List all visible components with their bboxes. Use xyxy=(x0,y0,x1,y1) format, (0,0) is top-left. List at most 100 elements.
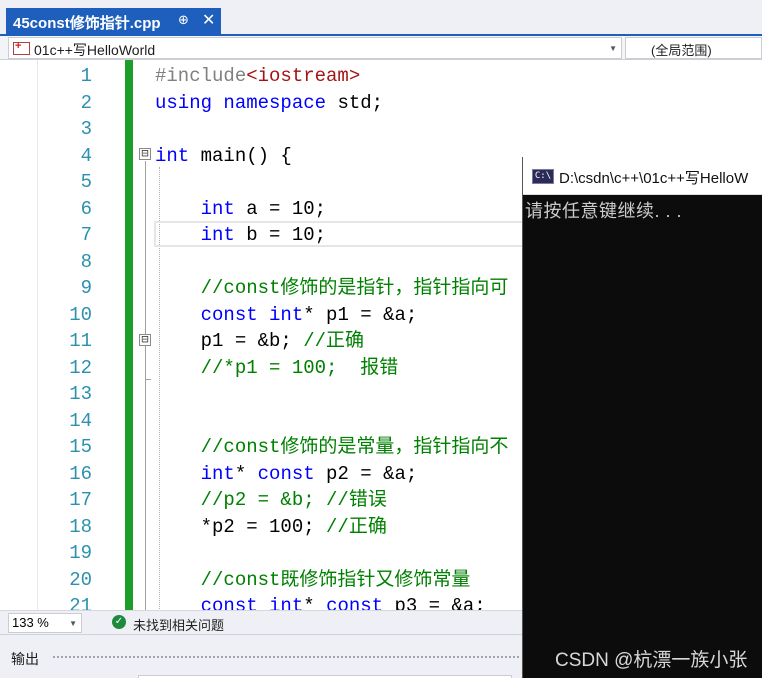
line-number: 18 xyxy=(69,515,92,538)
code-token: const xyxy=(326,595,384,610)
code-token: //p2 = &b; //错误 xyxy=(200,489,387,511)
line-number: 2 xyxy=(80,91,92,114)
console-output: 请按任意键继续. . . xyxy=(525,201,683,221)
chevron-down-icon[interactable]: ▼ xyxy=(69,619,77,628)
code-line[interactable]: p1 = &b; //正确 xyxy=(155,328,364,354)
pin-icon[interactable]: ⊕ xyxy=(178,12,189,28)
collapse-block-icon[interactable]: ⊟ xyxy=(139,333,151,346)
line-number: 19 xyxy=(69,542,92,564)
console-window[interactable]: C:\ D:\csdn\c++\01c++写HelloW 请按任意键继续. . … xyxy=(522,157,762,678)
console-title-bar[interactable]: C:\ D:\csdn\c++\01c++写HelloW xyxy=(523,157,762,195)
check-circle-icon[interactable]: ✓ xyxy=(112,615,126,629)
code-token: int xyxy=(200,224,235,246)
code-token: const xyxy=(200,303,258,326)
code-line[interactable]: int* const p2 = &a; xyxy=(155,461,418,487)
line-number: 9 xyxy=(80,277,92,299)
code-token: const xyxy=(200,595,258,610)
code-token: int xyxy=(200,462,235,485)
issues-status[interactable]: 未找到相关问题 xyxy=(133,615,224,634)
code-token: p2 = &a; xyxy=(314,462,418,485)
line-number: 16 xyxy=(69,462,92,485)
code-token: //const既修饰指针又修饰常量 xyxy=(200,568,471,591)
code-line[interactable]: using namespace std; xyxy=(155,90,383,116)
panel-drag-grip[interactable] xyxy=(52,655,520,659)
project-label: 01c++写HelloWorld xyxy=(34,42,156,58)
code-line[interactable]: //*p1 = 100; 报错 xyxy=(155,355,399,381)
change-tracking-bar xyxy=(125,60,133,610)
line-number: 21 xyxy=(69,595,92,610)
fold-guide-line xyxy=(145,161,146,610)
line-number: 12 xyxy=(69,356,92,379)
chevron-down-icon[interactable]: ▼ xyxy=(609,44,617,53)
line-number: 15 xyxy=(69,436,92,458)
scope-label: (全局范围) xyxy=(651,43,712,58)
code-line[interactable]: //p2 = &b; //错误 xyxy=(155,487,387,513)
line-number: 6 xyxy=(80,197,92,220)
code-token: namespace xyxy=(223,91,327,114)
line-number: 20 xyxy=(69,568,92,591)
code-token: * xyxy=(234,462,258,485)
code-token: int xyxy=(200,197,235,220)
line-number: 8 xyxy=(80,250,92,273)
console-title: D:\csdn\c++\01c++写HelloW xyxy=(559,170,749,187)
code-line[interactable]: int main() { xyxy=(155,143,292,169)
output-panel: 输出 xyxy=(0,634,522,678)
code-line[interactable]: //const既修饰指针又修饰常量 xyxy=(155,567,471,593)
line-number: 13 xyxy=(69,383,92,405)
navigation-bar: + 01c++写HelloWorld ▼ (全局范围) xyxy=(0,36,762,60)
code-token: p1 = &b; xyxy=(155,330,304,352)
zoom-value: 133 % xyxy=(12,615,49,630)
code-token: #include xyxy=(155,65,247,87)
code-line[interactable]: *p2 = 100; //正确 xyxy=(155,514,387,540)
code-token: using xyxy=(155,91,213,114)
code-token: main() { xyxy=(189,144,292,167)
fold-end-marker xyxy=(145,379,151,380)
line-number: 14 xyxy=(69,409,92,432)
code-line[interactable]: int b = 10; xyxy=(155,222,326,248)
code-token: //正确 xyxy=(303,330,365,352)
console-app-icon: C:\ xyxy=(532,169,554,184)
project-dropdown[interactable]: + 01c++写HelloWorld ▼ xyxy=(8,37,622,59)
code-token: //*p1 = 100; 报错 xyxy=(200,356,399,379)
code-token: *p2 = 100; xyxy=(155,515,327,538)
code-token: * p1 = &a; xyxy=(303,303,418,326)
line-number: 7 xyxy=(80,224,92,246)
code-token: //const修饰的是指针，指针指向可 xyxy=(200,277,509,299)
line-number-gutter: 1 2 3 4 5 6 7 8 9 10 11 12 13 14 15 16 17 18 19 20 21 xyxy=(38,60,94,610)
code-token: b = 10; xyxy=(234,224,327,246)
tab-title: 45const修饰指针.cpp xyxy=(13,15,161,32)
collapse-main-icon[interactable]: ⊟ xyxy=(139,147,151,160)
code-token: int xyxy=(269,303,304,326)
tab-active-file[interactable]: 45const修饰指针.cpp ⊕ ✕ xyxy=(6,8,221,34)
line-number: 1 xyxy=(80,65,92,87)
code-line[interactable]: #include<iostream> xyxy=(155,63,360,89)
code-token: const xyxy=(257,462,315,485)
code-line[interactable]: const int* const p3 = &a; xyxy=(155,593,486,610)
code-token: int xyxy=(269,595,304,610)
code-line[interactable]: //const修饰的是指针，指针指向可 xyxy=(155,275,509,301)
code-line[interactable]: //const修饰的是常量，指针指向不 xyxy=(155,434,509,460)
document-tab-bar: 45const修饰指针.cpp ⊕ ✕ xyxy=(0,0,762,36)
code-token: <iostream> xyxy=(246,65,361,87)
code-line[interactable]: const int* p1 = &a; xyxy=(155,302,418,328)
line-number: 17 xyxy=(69,489,92,511)
code-token: std; xyxy=(326,91,384,114)
code-token: //正确 xyxy=(326,515,387,538)
code-line[interactable]: int a = 10; xyxy=(155,196,326,222)
close-icon[interactable]: ✕ xyxy=(202,10,215,30)
zoom-dropdown[interactable]: 133 % ▼ xyxy=(8,613,82,633)
code-token: int xyxy=(155,144,190,167)
outlining-margin: ⊟ ⊟ xyxy=(134,60,154,610)
scope-dropdown[interactable]: (全局范围) xyxy=(625,37,762,59)
line-number: 10 xyxy=(69,303,92,326)
